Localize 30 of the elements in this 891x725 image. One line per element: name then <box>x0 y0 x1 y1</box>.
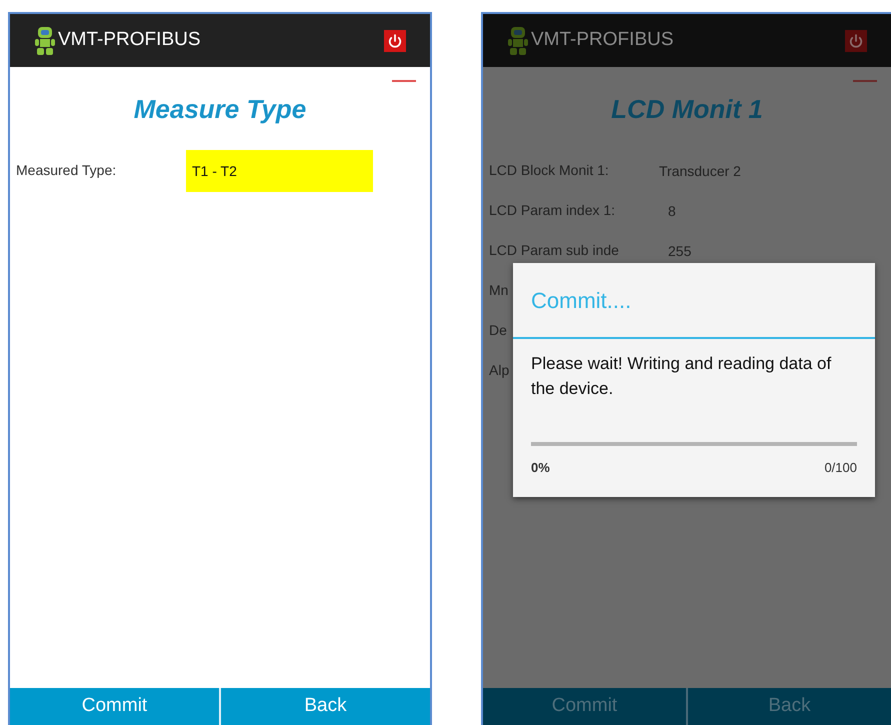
field-label: LCD Param sub inde <box>489 242 619 258</box>
robot-logo-icon <box>507 26 529 56</box>
app-title: VMT-PROFIBUS <box>58 28 201 52</box>
dialog-message: Please wait! Writing and reading data of the device. <box>530 353 832 400</box>
value-field[interactable]: T1 - T2 <box>186 150 373 192</box>
power-icon <box>388 34 402 48</box>
field-label: LCD Param index 1: <box>489 202 616 218</box>
footer-button[interactable]: Commit <box>483 688 686 725</box>
field-value: Transducer 2 <box>659 162 741 180</box>
field-label: Alp <box>489 362 510 378</box>
robot-logo-icon <box>34 26 56 56</box>
field-value: 8 <box>667 202 676 220</box>
screen-title: Measure Type <box>134 93 306 126</box>
progress-count: 0/100 <box>824 458 857 476</box>
power-button[interactable] <box>384 30 406 52</box>
progress-percent: 0% <box>531 458 550 476</box>
accent-line <box>853 80 877 82</box>
field-value: 255 <box>667 242 692 260</box>
power-icon <box>849 34 863 48</box>
screen-title: LCD Monit 1 <box>611 93 763 126</box>
app-title: VMT-PROFIBUS <box>531 28 674 52</box>
dialog-title: Commit.... <box>530 286 632 314</box>
accent-line <box>392 80 416 82</box>
field-label: De <box>489 322 507 338</box>
field-label: Mn <box>489 282 508 298</box>
footer-button[interactable]: Commit <box>10 688 219 725</box>
field-label: Measured Type: <box>16 162 116 178</box>
footer-button[interactable]: Back <box>686 688 891 725</box>
footer-button[interactable]: Back <box>219 688 430 725</box>
field-label: LCD Block Monit 1: <box>489 162 609 178</box>
